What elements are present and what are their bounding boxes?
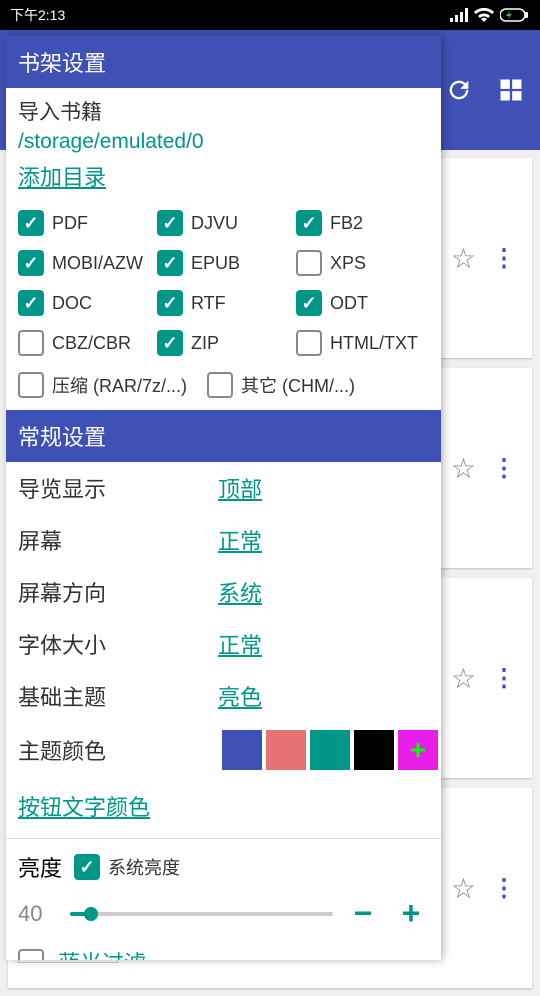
brightness-label: 亮度 [18,851,62,883]
status-bar: 下午2:13 [0,0,540,30]
checkbox-icon [157,250,183,276]
star-outline-icon[interactable]: ☆ [451,452,476,485]
setting-row[interactable]: 屏幕正常 [18,514,429,566]
status-time: 下午2:13 [10,5,65,25]
format-grid: PDFDJVUFB2 MOBI/AZWEPUBXPS DOCRTFODT CBZ/CB… [6,200,441,366]
star-outline-icon[interactable]: ☆ [451,242,476,275]
more-icon[interactable]: ⋮ [486,874,522,903]
format-checkbox-pdf[interactable]: PDF [18,210,151,236]
checkbox-icon [18,250,44,276]
checkbox-icon [296,250,322,276]
setting-value[interactable]: 亮色 [218,680,262,712]
setting-label: 字体大小 [18,628,218,660]
setting-label: 屏幕 [18,524,218,556]
more-icon[interactable]: ⋮ [486,244,522,273]
checkbox-icon [207,372,233,398]
more-icon[interactable]: ⋮ [486,454,522,483]
format-checkbox-xps[interactable]: XPS [296,250,429,276]
checkbox-icon [18,210,44,236]
color-swatch[interactable] [354,730,394,770]
format-checkbox-mobiazw[interactable]: MOBI/AZW [18,250,151,276]
general-settings-list: 导览显示顶部屏幕正常屏幕方向系统字体大小正常基础主题亮色 [6,462,441,722]
brightness-plus-button[interactable]: + [393,895,429,932]
button-text-color-link[interactable]: 按钮文字颜色 [6,778,441,834]
grid-icon[interactable] [494,73,528,107]
brightness-value: 40 [18,901,58,927]
setting-label: 基础主题 [18,680,218,712]
setting-row[interactable]: 基础主题亮色 [18,670,429,722]
checkbox-icon [157,290,183,316]
color-swatch[interactable] [222,730,262,770]
checkbox-icon [18,949,44,960]
checkbox-icon [18,372,44,398]
setting-value[interactable]: 正常 [218,628,262,660]
brightness-slider[interactable] [70,912,333,916]
setting-row[interactable]: 屏幕方向系统 [18,566,429,618]
theme-color-row: 主题颜色 + [6,722,441,778]
checkbox-icon [157,210,183,236]
format-checkbox-odt[interactable]: ODT [296,290,429,316]
color-swatch-group: + [222,730,438,770]
format-checkbox-htmltxt[interactable]: HTML/TXT [296,330,429,356]
checkbox-icon [18,290,44,316]
setting-row[interactable]: 导览显示顶部 [18,462,429,514]
brightness-row: 亮度 系统亮度 [6,843,441,891]
setting-value[interactable]: 系统 [218,576,262,608]
format-checkbox-fb2[interactable]: FB2 [296,210,429,236]
format-extra-row: 压缩 (RAR/7z/...) 其它 (CHM/...) [6,366,441,410]
refresh-icon[interactable] [442,73,476,107]
settings-panel: 书架设置 导入书籍 /storage/emulated/0 添加目录 PDFDJ… [6,36,441,960]
checkbox-icon [18,330,44,356]
theme-color-label: 主题颜色 [18,734,218,766]
color-swatch[interactable]: + [398,730,438,770]
color-swatch[interactable] [310,730,350,770]
blue-filter-checkbox[interactable] [18,949,44,960]
shelf-settings-header: 书架设置 [6,36,441,88]
general-settings-header: 常规设置 [6,410,441,462]
battery-icon [500,8,530,22]
star-outline-icon[interactable]: ☆ [451,662,476,695]
blue-filter-link[interactable]: 蓝光过滤 [58,946,146,960]
setting-row[interactable]: 字体大小正常 [18,618,429,670]
format-checkbox-extra[interactable]: 其它 (CHM/...) [207,372,355,398]
blue-filter-row: 蓝光过滤 [6,936,441,960]
format-checkbox-zip[interactable]: ZIP [157,330,290,356]
storage-path[interactable]: /storage/emulated/0 [18,130,429,154]
setting-value[interactable]: 顶部 [218,472,262,504]
wifi-icon [474,8,494,22]
star-outline-icon[interactable]: ☆ [451,872,476,905]
checkbox-icon [296,210,322,236]
setting-value[interactable]: 正常 [218,524,262,556]
checkbox-icon [74,854,100,880]
brightness-slider-row: 40 − + [6,891,441,936]
brightness-minus-button[interactable]: − [345,895,381,932]
setting-label: 屏幕方向 [18,576,218,608]
signal-icon [450,8,468,22]
checkbox-icon [296,290,322,316]
format-checkbox-epub[interactable]: EPUB [157,250,290,276]
format-checkbox-extra[interactable]: 压缩 (RAR/7z/...) [18,372,187,398]
format-checkbox-djvu[interactable]: DJVU [157,210,290,236]
setting-label: 导览显示 [18,472,218,504]
system-brightness-checkbox[interactable]: 系统亮度 [74,854,180,880]
checkbox-icon [296,330,322,356]
more-icon[interactable]: ⋮ [486,664,522,693]
color-swatch[interactable] [266,730,306,770]
import-books-label: 导入书籍 [18,96,429,126]
format-checkbox-cbzcbr[interactable]: CBZ/CBR [18,330,151,356]
add-directory-link[interactable]: 添加目录 [18,160,106,192]
format-checkbox-doc[interactable]: DOC [18,290,151,316]
checkbox-icon [157,330,183,356]
format-checkbox-rtf[interactable]: RTF [157,290,290,316]
